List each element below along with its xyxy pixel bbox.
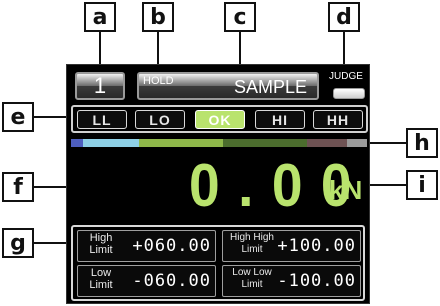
judgement-ok-label: OK [208,111,232,128]
high-limit-label: High Limit [81,232,121,256]
name-display[interactable]: HOLD SAMPLE [137,72,319,100]
judgement-hh-label: HH [326,111,350,128]
level-bar-lo [83,139,139,147]
high-limit-cell[interactable]: High Limit +060.00 [77,230,216,262]
level-bar-ok-high [223,139,307,147]
high-high-limit-value: +100.00 [277,236,356,256]
low-low-limit-label-line1: Low Low [232,267,272,278]
judgement-ll[interactable]: LL [77,110,127,129]
callout-a: a [84,2,116,32]
callout-f: f [2,172,34,202]
high-limit-label-line2: Limit [89,244,113,256]
judgement-row: LL LO OK HI HH [71,105,368,133]
sample-name: SAMPLE [233,77,307,97]
judge-button[interactable] [333,88,365,99]
callout-b: b [142,2,174,32]
high-limit-label-line1: High [89,232,113,244]
judge-label: JUDGE [329,71,363,82]
callout-e: e [2,102,34,132]
judgement-lo[interactable]: LO [135,110,185,129]
high-high-limit-label-line1: High High [230,232,274,243]
level-bar-hi [307,139,347,147]
indicator-screen: 1 HOLD SAMPLE JUDGE LL LO OK HI HH 0.00 … [66,64,370,304]
callout-i: i [406,170,438,200]
channel-number: 1 [93,73,107,98]
level-bar-hh [347,139,367,147]
level-bar-ok-low [139,139,223,147]
callout-d: d [328,2,360,32]
low-limit-value: -060.00 [132,271,211,291]
channel-number-button[interactable]: 1 [75,72,125,100]
callout-g: g [2,228,34,258]
judgement-ll-label: LL [92,111,112,128]
high-high-limit-label-line2: Limit [241,244,263,255]
low-low-limit-label: Low Low Limit [226,267,278,291]
callout-c: c [224,2,256,32]
low-low-limit-cell[interactable]: Low Low Limit -100.00 [222,265,361,297]
low-limit-label: Low Limit [81,267,121,291]
judgement-ok[interactable]: OK [195,110,245,129]
low-limit-cell[interactable]: Low Limit -060.00 [77,265,216,297]
limit-panel: High Limit +060.00 High High Limit +100.… [71,225,365,301]
low-limit-label-line1: Low [90,267,112,279]
judgement-hi-label: HI [272,111,288,128]
judgement-hh[interactable]: HH [313,110,363,129]
low-low-limit-label-line2: Limit [241,279,263,290]
high-high-limit-label: High High Limit [226,232,278,256]
measured-unit: kN [329,175,363,205]
hold-indicator: HOLD [143,75,174,87]
level-bar-ll [71,139,83,147]
callout-h: h [406,128,438,158]
judgement-hi[interactable]: HI [255,110,305,129]
low-limit-label-line2: Limit [89,279,113,291]
judgement-lo-label: LO [149,111,171,128]
high-high-limit-cell[interactable]: High High Limit +100.00 [222,230,361,262]
low-low-limit-value: -100.00 [277,271,356,291]
high-limit-value: +060.00 [132,236,211,256]
